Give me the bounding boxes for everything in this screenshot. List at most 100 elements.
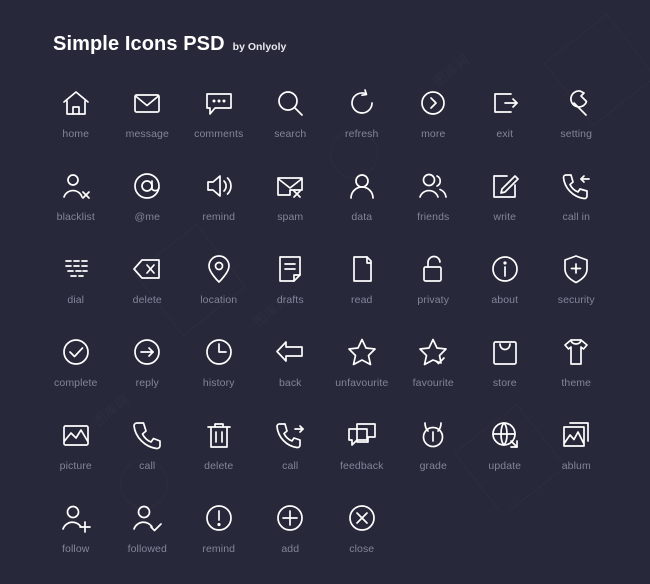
- page-header: Simple Icons PSD by Onlyoly: [53, 34, 286, 54]
- icon-cell-check-circle[interactable]: complete: [40, 335, 112, 418]
- icon-cell-plus-circle[interactable]: add: [255, 501, 327, 584]
- phone-incoming-icon: [559, 169, 593, 203]
- icon-cell-keypad[interactable]: dial: [40, 252, 112, 335]
- document-lines-icon: [273, 252, 307, 286]
- icon-cell-person-x[interactable]: blacklist: [40, 169, 112, 252]
- icon-cell-image[interactable]: picture: [40, 418, 112, 501]
- magnifier-icon: [273, 86, 307, 120]
- icon-cell-backspace[interactable]: delete: [112, 252, 184, 335]
- icon-label: close: [349, 543, 375, 555]
- icon-cell-arrow-right-circle[interactable]: reply: [112, 335, 184, 418]
- icon-cell-trash-can[interactable]: delete: [183, 418, 255, 501]
- icon-cell-envelope[interactable]: message: [112, 86, 184, 169]
- icon-label: update: [488, 460, 522, 472]
- icon-cell-globe-arrow[interactable]: update: [469, 418, 541, 501]
- clock-icon: [202, 335, 236, 369]
- icon-cell-person-check[interactable]: followed: [112, 501, 184, 584]
- icon-cell-arrow-left[interactable]: back: [255, 335, 327, 418]
- icon-cell-star-outline[interactable]: unfavourite: [326, 335, 398, 418]
- icon-cell-document-lines[interactable]: drafts: [255, 252, 327, 335]
- at-sign-icon: [130, 169, 164, 203]
- person-check-icon: [130, 501, 164, 535]
- icon-cell-wrench[interactable]: setting: [541, 86, 613, 169]
- wrench-icon: [559, 86, 593, 120]
- icon-cell-medal[interactable]: grade: [398, 418, 470, 501]
- icon-label: add: [281, 543, 300, 555]
- icon-cell-chevron-right-circle[interactable]: more: [398, 86, 470, 169]
- icon-cell-map-pin[interactable]: location: [183, 252, 255, 335]
- icon-label: blacklist: [56, 211, 95, 223]
- icon-label: setting: [560, 128, 593, 140]
- icon-label: privaty: [417, 294, 450, 306]
- icon-label: ablum: [561, 460, 591, 472]
- icon-label: back: [278, 377, 302, 389]
- icon-cell-phone-incoming[interactable]: call in: [541, 169, 613, 252]
- two-people-icon: [416, 169, 450, 203]
- exit-arrow-icon: [488, 86, 522, 120]
- icon-label: search: [274, 128, 307, 140]
- icon-cell-info-circle[interactable]: about: [469, 252, 541, 335]
- chat-bubbles-icon: [345, 418, 379, 452]
- icon-label: delete: [132, 294, 162, 306]
- icon-cell-magnifier[interactable]: search: [255, 86, 327, 169]
- icon-label: unfavourite: [335, 377, 389, 389]
- icon-cell-phone-outgoing[interactable]: call: [255, 418, 327, 501]
- backspace-icon: [130, 252, 164, 286]
- icon-label: home: [62, 128, 90, 140]
- icon-cell-x-circle[interactable]: close: [326, 501, 398, 584]
- icon-cell-exclamation-circle[interactable]: remind: [183, 501, 255, 584]
- icon-cell-person-plus[interactable]: follow: [40, 501, 112, 584]
- icon-cell-star-check[interactable]: favourite: [398, 335, 470, 418]
- icon-cell-pencil-square[interactable]: write: [469, 169, 541, 252]
- icon-cell-tshirt[interactable]: theme: [541, 335, 613, 418]
- icon-grid: home message comments search refresh more exit…: [40, 86, 612, 584]
- icon-cell-envelope-x[interactable]: spam: [255, 169, 327, 252]
- icon-cell-phone[interactable]: call: [112, 418, 184, 501]
- refresh-arrow-icon: [345, 86, 379, 120]
- icon-cell-exit-arrow[interactable]: exit: [469, 86, 541, 169]
- exclamation-circle-icon: [202, 501, 236, 535]
- icon-cell-two-people[interactable]: friends: [398, 169, 470, 252]
- phone-outgoing-icon: [273, 418, 307, 452]
- check-circle-icon: [59, 335, 93, 369]
- star-check-icon: [416, 335, 450, 369]
- icon-cell-chat-bubble[interactable]: comments: [183, 86, 255, 169]
- icon-cell-at-sign[interactable]: @me: [112, 169, 184, 252]
- icon-cell-image-stack[interactable]: ablum: [541, 418, 613, 501]
- icon-label: friends: [417, 211, 450, 223]
- info-circle-icon: [488, 252, 522, 286]
- icon-cell-padlock-open[interactable]: privaty: [398, 252, 470, 335]
- icon-cell-shield-plus[interactable]: security: [541, 252, 613, 335]
- icon-label: read: [351, 294, 373, 306]
- icon-label: remind: [202, 543, 236, 555]
- chevron-right-circle-icon: [416, 86, 450, 120]
- icon-cell-shopping-bag[interactable]: store: [469, 335, 541, 418]
- phone-icon: [130, 418, 164, 452]
- icon-cell-refresh-arrow[interactable]: refresh: [326, 86, 398, 169]
- icon-label: comments: [194, 128, 244, 140]
- icon-label: reply: [135, 377, 159, 389]
- shopping-bag-icon: [488, 335, 522, 369]
- icon-label: @me: [134, 211, 161, 223]
- icon-label: message: [125, 128, 169, 140]
- medal-icon: [416, 418, 450, 452]
- icon-label: refresh: [345, 128, 379, 140]
- arrow-right-circle-icon: [130, 335, 164, 369]
- map-pin-icon: [202, 252, 236, 286]
- icon-cell-book-page[interactable]: read: [326, 252, 398, 335]
- icon-label: drafts: [276, 294, 304, 306]
- icon-label: favourite: [412, 377, 454, 389]
- image-stack-icon: [559, 418, 593, 452]
- icon-cell-speaker[interactable]: remind: [183, 169, 255, 252]
- icon-label: delete: [204, 460, 234, 472]
- icon-label: write: [493, 211, 517, 223]
- icon-label: exit: [496, 128, 514, 140]
- icon-label: followed: [127, 543, 167, 555]
- icon-cell-home[interactable]: home: [40, 86, 112, 169]
- envelope-x-icon: [273, 169, 307, 203]
- icon-cell-chat-bubbles[interactable]: feedback: [326, 418, 398, 501]
- icon-cell-clock[interactable]: history: [183, 335, 255, 418]
- icon-label: data: [351, 211, 373, 223]
- icon-cell-person[interactable]: data: [326, 169, 398, 252]
- icon-label: history: [202, 377, 235, 389]
